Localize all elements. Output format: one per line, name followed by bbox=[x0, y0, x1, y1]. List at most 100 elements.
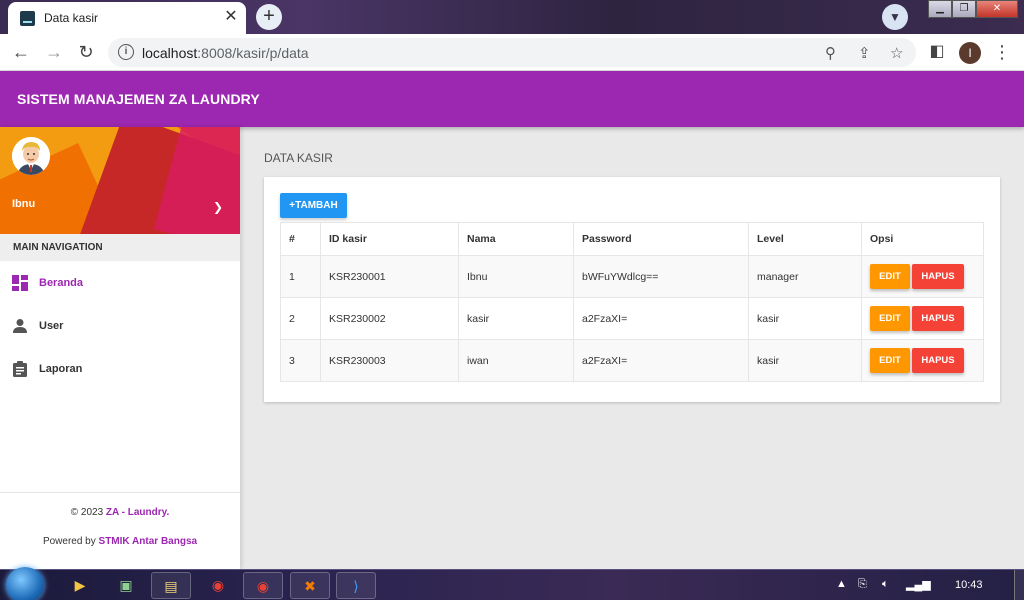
user-name[interactable]: Ibnu bbox=[12, 198, 35, 210]
show-desktop-button[interactable] bbox=[1014, 570, 1024, 600]
tab-title: Data kasir bbox=[44, 11, 99, 25]
side-panel-icon[interactable]: ◧ bbox=[927, 42, 947, 62]
zoom-icon[interactable]: ⚲ bbox=[825, 44, 836, 62]
sidebar-item-beranda[interactable]: Beranda bbox=[0, 262, 240, 304]
cell-nama: iwan bbox=[458, 339, 574, 382]
clock[interactable]: 10:43 bbox=[955, 579, 983, 591]
browser-tab-strip: Data kasir ✕ + ▼ ▁ ❐ ✕ bbox=[0, 0, 1024, 34]
cell-id: KSR230002 bbox=[320, 297, 459, 340]
cell-password: a2FzaXI= bbox=[573, 339, 749, 382]
table-row: 1 KSR230001 Ibnu bWFuYWdlcg== manager ED… bbox=[280, 255, 984, 298]
bookmark-star-icon[interactable]: ☆ bbox=[890, 44, 903, 62]
browser-menu-icon[interactable]: ⋮ bbox=[992, 42, 1012, 62]
network-device-icon[interactable]: ⎘ bbox=[858, 578, 867, 591]
cell-opsi: EDIT HAPUS bbox=[861, 339, 984, 382]
powered-text: Powered by bbox=[42, 536, 99, 547]
url-path: :8008/kasir/p/data bbox=[197, 45, 309, 61]
signal-icon[interactable]: ▂▄▆ bbox=[906, 578, 931, 591]
cell-id: KSR230003 bbox=[320, 339, 459, 382]
profile-avatar[interactable]: I bbox=[959, 42, 981, 64]
sidebar-item-label: Laporan bbox=[39, 363, 83, 375]
dashboard-icon bbox=[12, 275, 28, 291]
restore-button[interactable]: ❐ bbox=[952, 0, 976, 18]
new-tab-button[interactable]: + bbox=[256, 4, 282, 30]
tray-expand-icon[interactable]: ▲ bbox=[836, 578, 847, 590]
kasir-table: # ID kasir Nama Password Level Opsi 1 KS… bbox=[280, 222, 984, 382]
url-host: localhost bbox=[142, 45, 198, 61]
sidebar-footer: © 2023 ZA - Laundry. Powered by STMIK An… bbox=[0, 492, 240, 569]
user-avatar-icon bbox=[12, 137, 50, 175]
delete-button[interactable]: HAPUS bbox=[912, 264, 964, 289]
file-explorer-icon[interactable]: ▤ bbox=[151, 572, 191, 599]
powered-line: Powered by STMIK Antar Bangsa bbox=[0, 536, 240, 547]
table-header-row: # ID kasir Nama Password Level Opsi bbox=[280, 222, 984, 256]
window-close-button[interactable]: ✕ bbox=[976, 0, 1018, 18]
copyright-text: © 2023 bbox=[70, 507, 106, 518]
column-header: ID kasir bbox=[320, 222, 459, 256]
sidebar-item-label: Beranda bbox=[39, 277, 84, 289]
cell-no: 3 bbox=[280, 339, 321, 382]
url-text[interactable]: localhost:8008/kasir/p/data bbox=[142, 45, 309, 61]
copyright-brand-link[interactable]: ZA - Laundry. bbox=[106, 507, 169, 518]
edit-button[interactable]: EDIT bbox=[870, 264, 910, 289]
cell-level: manager bbox=[748, 255, 862, 298]
address-bar[interactable]: i localhost:8008/kasir/p/data ⚲ ⇪ ☆ bbox=[108, 38, 916, 67]
chrome-active-icon[interactable]: ◉ bbox=[243, 572, 283, 599]
app-header: SISTEM MANAJEMEN ZA LAUNDRY bbox=[0, 71, 1024, 127]
table-row: 3 KSR230003 iwan a2FzaXI= kasir EDIT HAPU… bbox=[280, 339, 984, 382]
tab-search-chevron-icon[interactable]: ▼ bbox=[882, 4, 908, 30]
cell-password: a2FzaXI= bbox=[573, 297, 749, 340]
cell-nama: Ibnu bbox=[458, 255, 574, 298]
page-title: DATA KASIR bbox=[264, 151, 333, 165]
cell-level: kasir bbox=[748, 297, 862, 340]
site-info-icon[interactable]: i bbox=[118, 44, 134, 60]
app-title[interactable]: SISTEM MANAJEMEN ZA LAUNDRY bbox=[17, 91, 260, 107]
browser-toolbar: ← → ↻ i localhost:8008/kasir/p/data ⚲ ⇪ … bbox=[0, 34, 1024, 71]
edit-button[interactable]: EDIT bbox=[870, 306, 910, 331]
delete-button[interactable]: HAPUS bbox=[912, 348, 964, 373]
reload-icon[interactable]: ↻ bbox=[76, 42, 96, 62]
cell-opsi: EDIT HAPUS bbox=[861, 297, 984, 340]
cell-level: kasir bbox=[748, 339, 862, 382]
media-player-icon[interactable]: ▶ bbox=[60, 572, 100, 599]
cell-opsi: EDIT HAPUS bbox=[861, 255, 984, 298]
minimize-button[interactable]: ▁ bbox=[928, 0, 952, 18]
sidebar-item-laporan[interactable]: Laporan bbox=[0, 348, 240, 390]
tab-favicon-icon bbox=[20, 11, 35, 26]
task-manager-icon[interactable]: ▣ bbox=[106, 572, 146, 599]
window-controls: ▁ ❐ ✕ bbox=[928, 0, 1018, 18]
cell-id: KSR230001 bbox=[320, 255, 459, 298]
column-header: Level bbox=[748, 222, 862, 256]
nav-header: MAIN NAVIGATION bbox=[0, 234, 240, 261]
sidebar-item-user[interactable]: User bbox=[0, 305, 240, 347]
browser-tab[interactable]: Data kasir ✕ bbox=[8, 2, 246, 34]
start-button[interactable] bbox=[6, 567, 44, 600]
powered-brand-link[interactable]: STMIK Antar Bangsa bbox=[99, 536, 198, 547]
cell-password: bWFuYWdlcg== bbox=[573, 255, 749, 298]
user-panel: Ibnu ❯ bbox=[0, 127, 240, 234]
add-kasir-button[interactable]: +TAMBAH bbox=[280, 193, 347, 218]
forward-arrow-icon[interactable]: → bbox=[44, 42, 64, 62]
edit-button[interactable]: EDIT bbox=[870, 348, 910, 373]
sidebar-item-label: User bbox=[39, 320, 64, 332]
column-header: Opsi bbox=[861, 222, 984, 256]
share-icon[interactable]: ⇪ bbox=[858, 44, 871, 62]
xampp-icon[interactable]: ✖ bbox=[290, 572, 330, 599]
column-header: Nama bbox=[458, 222, 574, 256]
chrome-icon[interactable]: ◉ bbox=[198, 572, 238, 599]
back-arrow-icon[interactable]: ← bbox=[11, 42, 31, 62]
cell-nama: kasir bbox=[458, 297, 574, 340]
sidebar: Ibnu ❯ MAIN NAVIGATION Beranda User Lapo… bbox=[0, 127, 240, 569]
column-header: # bbox=[280, 222, 321, 256]
delete-button[interactable]: HAPUS bbox=[912, 306, 964, 331]
chevron-down-icon[interactable]: ❯ bbox=[213, 200, 223, 214]
data-card: +TAMBAH # ID kasir Nama Password Level O… bbox=[264, 177, 1000, 402]
volume-icon[interactable]: 🔈︎ bbox=[882, 578, 889, 591]
vscode-icon[interactable]: ⟩ bbox=[336, 572, 376, 599]
cell-no: 2 bbox=[280, 297, 321, 340]
tab-close-icon[interactable]: ✕ bbox=[222, 8, 240, 26]
cell-no: 1 bbox=[280, 255, 321, 298]
clipboard-icon bbox=[13, 361, 27, 377]
user-avatar bbox=[12, 137, 50, 175]
copyright-line: © 2023 ZA - Laundry. bbox=[0, 507, 240, 518]
